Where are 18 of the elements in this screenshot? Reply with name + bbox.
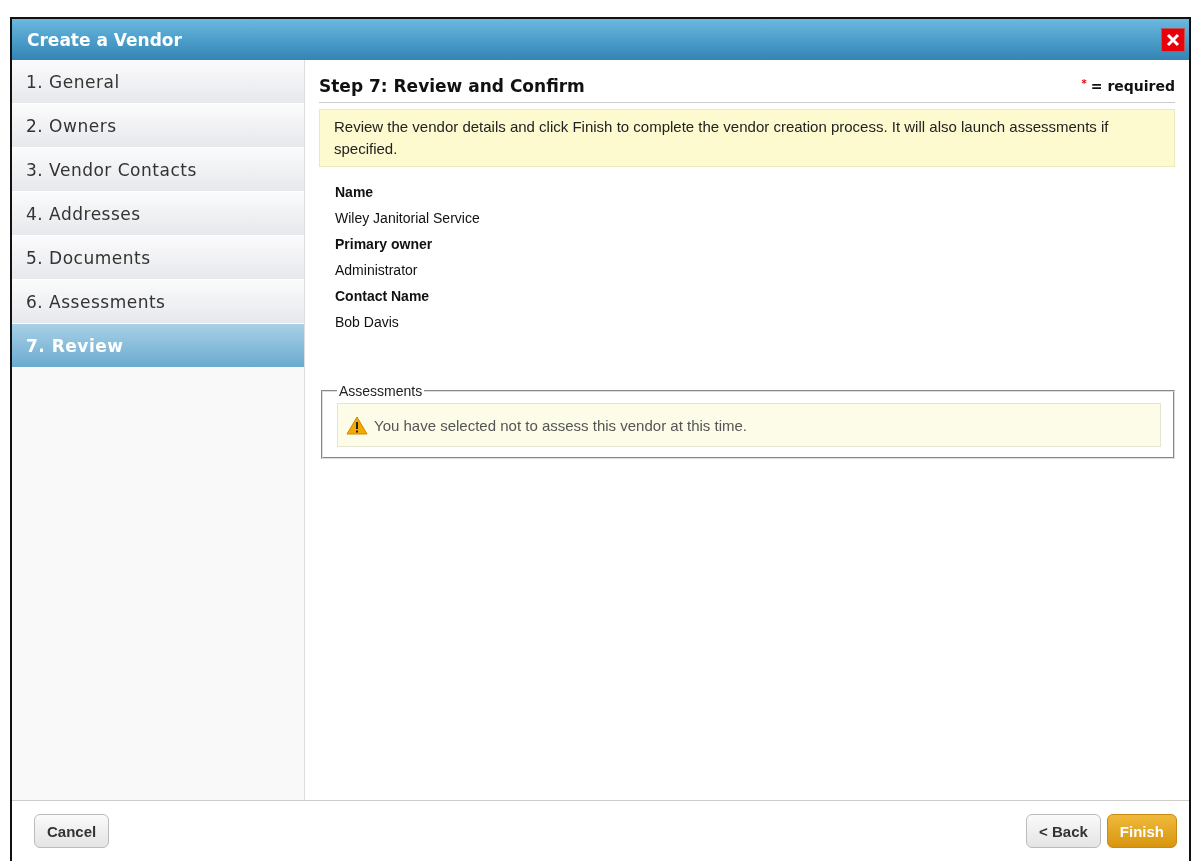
close-icon bbox=[1165, 31, 1181, 48]
info-message: Review the vendor details and click Finish to complete the vendor creation process. It will also launch assessments if specified. bbox=[319, 109, 1175, 167]
required-mark: * bbox=[1081, 78, 1087, 89]
close-button[interactable] bbox=[1161, 27, 1185, 52]
detail-value: Administrator bbox=[335, 261, 419, 280]
required-note: = required bbox=[1090, 78, 1175, 94]
group-legend: Assessments bbox=[337, 383, 425, 399]
detail-value: Wiley Janitorial Service bbox=[335, 209, 481, 228]
detail-value: Bob Davis bbox=[335, 313, 400, 332]
back-button[interactable]: < Back bbox=[1026, 814, 1101, 848]
detail-label: Primary owner bbox=[335, 235, 434, 254]
step-heading: Step 7: Review and Confirm bbox=[319, 76, 585, 96]
detail-label: Contact Name bbox=[335, 287, 431, 306]
cancel-button[interactable]: Cancel bbox=[34, 814, 110, 848]
detail-label: Name bbox=[335, 183, 375, 202]
warning-icon bbox=[346, 415, 368, 435]
warning-text: You have selected not to assess this vendor at this time. bbox=[374, 416, 747, 434]
window-title: Create a Vendor bbox=[27, 29, 182, 50]
